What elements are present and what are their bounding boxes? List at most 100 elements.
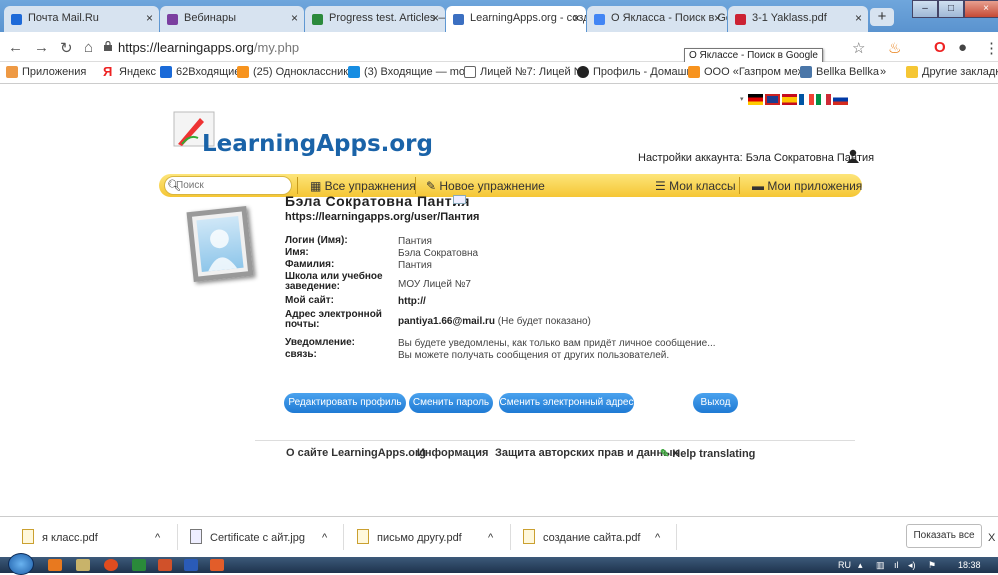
site-logo[interactable]: LearningApps.org bbox=[202, 131, 433, 157]
tab-mail[interactable]: Почта Mail.Ru × bbox=[4, 6, 159, 32]
footer-divider bbox=[255, 440, 855, 441]
volume-icon[interactable]: ◂) bbox=[908, 560, 916, 571]
bookmarks-more-button[interactable]: » bbox=[880, 66, 886, 78]
show-all-downloads-button[interactable]: Показать все bbox=[906, 524, 982, 548]
envelope-icon[interactable] bbox=[453, 195, 466, 204]
flag-it-icon[interactable] bbox=[816, 94, 831, 105]
bookmark-other[interactable]: Другие закладки bbox=[906, 66, 998, 78]
field-label-notification: Уведомление: bbox=[285, 337, 355, 348]
flag-de-icon[interactable] bbox=[748, 94, 763, 105]
tab-progress-test[interactable]: Progress test. Articles — × bbox=[305, 6, 445, 32]
logout-button[interactable]: Выход bbox=[693, 393, 738, 413]
reload-icon[interactable]: ↻ bbox=[60, 39, 73, 57]
change-email-button[interactable]: Сменить электронный адрес bbox=[499, 393, 634, 413]
taskbar-excel-icon[interactable] bbox=[132, 559, 146, 571]
signal-icon[interactable]: ıl bbox=[894, 560, 899, 570]
flag-fr-icon[interactable] bbox=[799, 94, 814, 105]
url-field[interactable]: https://learningapps.org/my.php bbox=[118, 40, 299, 55]
language-indicator[interactable]: RU bbox=[838, 560, 851, 570]
close-icon[interactable]: × bbox=[146, 11, 153, 25]
home-icon[interactable]: ⌂ bbox=[84, 39, 93, 56]
tab-learningapps[interactable]: LearningApps.org - созд × bbox=[446, 6, 586, 32]
footer-about-link[interactable]: О сайте LearningApps.org bbox=[286, 447, 426, 459]
bookmark-star-icon[interactable]: ☆ bbox=[852, 39, 865, 57]
back-arrow-icon[interactable]: ← bbox=[8, 39, 23, 56]
search-input[interactable] bbox=[176, 179, 286, 192]
bookmark-yandex[interactable]: Я Яндекс bbox=[103, 64, 156, 79]
new-tab-button[interactable]: + bbox=[870, 8, 894, 26]
close-icon[interactable]: × bbox=[291, 11, 298, 25]
bookmark-lyceum[interactable]: Лицей №7: Лицей N bbox=[464, 66, 582, 78]
bookmark-gazprom[interactable]: ООО «Газпром меж bbox=[688, 66, 805, 78]
network-icon[interactable]: ▥ bbox=[876, 560, 885, 571]
bookmark-inbox[interactable]: (3) Входящие — mo bbox=[348, 66, 465, 78]
footer-translate-link[interactable]: ✎ Help translating bbox=[660, 447, 755, 460]
menu-dots-icon[interactable]: ⋮ bbox=[984, 39, 998, 57]
taskbar-word-icon[interactable] bbox=[184, 559, 198, 571]
chevron-up-icon[interactable]: ^ bbox=[322, 532, 327, 544]
menu-label: Мои приложения bbox=[767, 179, 863, 193]
maximize-button[interactable]: □ bbox=[938, 0, 964, 18]
field-value-firstname: Бэла Сократовна bbox=[398, 248, 479, 259]
menu-all-exercises[interactable]: ▦ Все упражнения bbox=[310, 179, 416, 193]
download-item[interactable]: создание сайта.pdf bbox=[523, 529, 641, 544]
edit-profile-button[interactable]: Редактировать профиль bbox=[284, 393, 406, 413]
taskbar-explorer-icon[interactable] bbox=[76, 559, 90, 571]
minimize-button[interactable]: – bbox=[912, 0, 938, 18]
close-icon[interactable]: × bbox=[432, 11, 439, 25]
bookmark-profile[interactable]: Профиль - Домашни bbox=[577, 66, 699, 78]
tab-webinars[interactable]: Вебинары × bbox=[160, 6, 304, 32]
tab-google-search[interactable]: О Якласса - Поиск в Go × bbox=[587, 6, 727, 32]
odnoklassniki-icon bbox=[237, 66, 249, 78]
download-item[interactable]: письмо другу.pdf bbox=[357, 529, 462, 544]
translate-icon: ✎ bbox=[660, 448, 673, 460]
dropdown-icon[interactable]: ▾ bbox=[740, 96, 746, 103]
bookmark-vk[interactable]: Bellka Bellka bbox=[800, 66, 879, 78]
clock[interactable]: 18:38 bbox=[958, 560, 981, 570]
tab-yaklass-pdf[interactable]: 3-1 Yaklass.pdf × bbox=[728, 6, 868, 32]
taskbar-powerpoint-icon[interactable] bbox=[158, 559, 172, 571]
webinar-favicon-icon bbox=[167, 14, 178, 25]
menu-new-exercise[interactable]: ✎ Новое упражнение bbox=[426, 179, 545, 193]
forward-arrow-icon[interactable]: → bbox=[34, 39, 49, 56]
chevron-up-icon[interactable]: ^ bbox=[655, 532, 660, 544]
taskbar-media-icon[interactable] bbox=[48, 559, 62, 571]
close-icon[interactable]: × bbox=[855, 11, 862, 25]
footer-info-link[interactable]: Информация bbox=[417, 447, 488, 459]
close-icon[interactable]: × bbox=[573, 11, 580, 25]
opera-extension-icon[interactable]: O bbox=[934, 39, 946, 56]
account-icon[interactable]: ● bbox=[958, 39, 967, 56]
folder-icon bbox=[906, 66, 918, 78]
taskbar-chrome-icon[interactable] bbox=[104, 559, 118, 571]
flag-ru-icon[interactable] bbox=[833, 94, 848, 105]
chevron-up-icon[interactable]: ^ bbox=[488, 532, 493, 544]
field-value-school: МОУ Лицей №7 bbox=[398, 279, 471, 290]
download-separator bbox=[510, 524, 511, 550]
taskbar-app-icon[interactable] bbox=[210, 559, 224, 571]
bookmark-mail-inbox[interactable]: 62Входящие bbox=[160, 66, 240, 78]
download-item[interactable]: Certificate с айт.jpg bbox=[190, 529, 305, 544]
bookmark-apps[interactable]: Приложения bbox=[6, 66, 86, 78]
fire-extension-icon[interactable]: ♨ bbox=[888, 39, 901, 57]
flag-icon[interactable]: ⚑ bbox=[928, 560, 936, 571]
flag-gb-icon[interactable] bbox=[765, 94, 780, 105]
bookmark-odnoklassniki[interactable]: (25) Одноклассники bbox=[237, 66, 354, 78]
account-settings-link[interactable]: Настройки аккаунта: Бэла Сократовна Пант… bbox=[638, 152, 874, 164]
change-password-button[interactable]: Сменить пароль bbox=[409, 393, 493, 413]
user-icon[interactable] bbox=[846, 149, 860, 163]
menu-my-apps[interactable]: ▬ Мои приложения bbox=[752, 179, 862, 193]
pdf-file-icon bbox=[523, 529, 535, 544]
chevron-up-icon[interactable]: ^ bbox=[155, 532, 160, 544]
close-icon[interactable]: × bbox=[714, 11, 721, 25]
downloads-close-button[interactable]: X bbox=[988, 532, 995, 544]
flag-es-icon[interactable] bbox=[782, 94, 797, 105]
menu-my-classes[interactable]: ☰ Мои классы bbox=[655, 179, 736, 193]
yandex-icon: Я bbox=[103, 64, 113, 79]
footer-copyright-link[interactable]: Защита авторских прав и данных bbox=[495, 447, 679, 459]
profile-url[interactable]: https://learningapps.org/user/Пантия bbox=[285, 211, 479, 223]
window-close-button[interactable]: × bbox=[964, 0, 998, 18]
field-value-email-row: pantiya1.66@mail.ru (Не будет показано) bbox=[398, 316, 591, 327]
start-button[interactable] bbox=[8, 553, 34, 575]
download-item[interactable]: я класс.pdf bbox=[22, 529, 98, 544]
tray-expand-icon[interactable]: ▴ bbox=[858, 560, 863, 571]
